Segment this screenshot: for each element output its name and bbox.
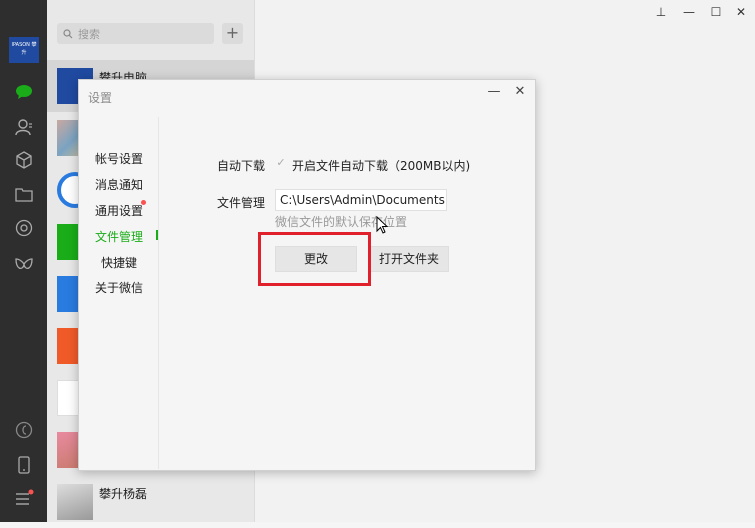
nav-about-wechat[interactable]: 关于微信	[95, 279, 143, 296]
search-input[interactable]: 搜索	[57, 23, 214, 44]
nav-general-settings[interactable]: 通用设置	[95, 202, 143, 219]
nav-message-notifications[interactable]: 消息通知	[95, 176, 143, 193]
active-indicator	[156, 230, 158, 240]
open-folder-button[interactable]: 打开文件夹	[369, 246, 449, 272]
moments-icon[interactable]	[12, 216, 36, 240]
dialog-title: 设置	[88, 91, 113, 105]
auto-download-checkbox[interactable]: ✓	[275, 156, 287, 169]
notification-dot	[141, 200, 146, 205]
chat-name: 攀升杨磊	[99, 487, 148, 501]
save-path-field[interactable]: C:\Users\Admin\Documents	[275, 189, 447, 211]
auto-download-option: 开启文件自动下载（200MB以内)	[292, 159, 471, 173]
left-icon-bar: IPASON 攀升	[0, 0, 47, 522]
maximize-icon[interactable]: ☐	[706, 4, 726, 20]
settings-icon[interactable]	[12, 418, 36, 442]
auto-download-label: 自动下载	[217, 159, 266, 173]
search-icon	[63, 28, 73, 38]
chat-icon[interactable]	[12, 80, 36, 104]
chat-item[interactable]: 攀升杨磊	[47, 476, 254, 528]
minimize-icon[interactable]: —	[679, 4, 699, 20]
add-button[interactable]: +	[222, 23, 243, 44]
nav-account-settings[interactable]: 帐号设置	[95, 150, 143, 167]
nav-shortcuts[interactable]: 快捷键	[101, 254, 137, 271]
settings-nav: 帐号设置 消息通知 通用设置 文件管理 快捷键 关于微信	[79, 117, 159, 469]
chat-avatar	[57, 484, 93, 520]
search-placeholder: 搜索	[78, 27, 100, 41]
dialog-minimize-icon[interactable]: —	[485, 83, 503, 101]
contacts-icon[interactable]	[12, 115, 36, 139]
pin-icon[interactable]: ⊥	[651, 4, 671, 20]
nav-file-management[interactable]: 文件管理	[95, 228, 143, 245]
phone-icon[interactable]	[12, 453, 36, 477]
close-icon[interactable]: ✕	[731, 4, 751, 20]
cursor-icon	[376, 216, 388, 234]
dialog-close-icon[interactable]: ✕	[511, 83, 529, 101]
user-avatar-logo[interactable]: IPASON 攀升	[9, 37, 39, 63]
menu-icon[interactable]	[12, 486, 36, 510]
folder-icon[interactable]	[12, 182, 36, 206]
highlight-box	[258, 232, 371, 286]
box-icon[interactable]	[12, 148, 36, 172]
file-manage-label: 文件管理	[217, 196, 266, 210]
miniprogram-icon[interactable]	[12, 253, 36, 277]
